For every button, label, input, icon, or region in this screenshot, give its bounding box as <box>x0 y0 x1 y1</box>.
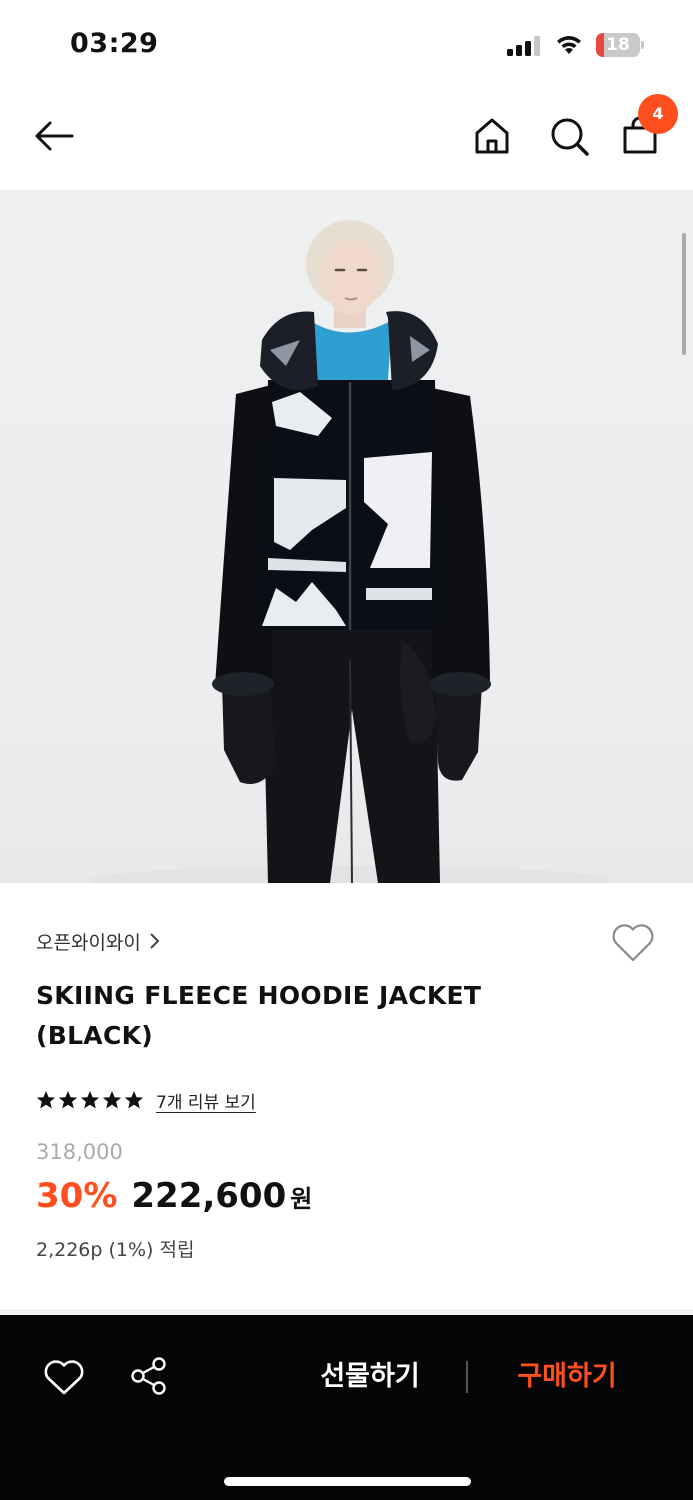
rating-row: 7개 리뷰 보기 <box>36 1086 256 1114</box>
status-bar: 03:29 18 <box>0 0 693 92</box>
sale-price: 222,600 <box>131 1176 287 1216</box>
product-photo <box>90 220 610 883</box>
price-row: 30% 222,600 원 <box>36 1176 312 1222</box>
star-icon <box>80 1091 100 1109</box>
image-scroll-indicator <box>682 233 686 355</box>
star-icon <box>124 1091 144 1109</box>
top-navigation <box>0 92 693 190</box>
home-indicator <box>224 1477 471 1486</box>
search-icon[interactable] <box>547 114 591 158</box>
wifi-icon <box>557 36 581 54</box>
battery-level: 18 <box>606 35 630 55</box>
product-title-line-1: SKIING FLEECE HOODIE JACKET <box>36 981 482 1010</box>
product-title-line-2: (BLACK) <box>36 1021 154 1050</box>
product-image[interactable] <box>0 190 693 883</box>
button-separator <box>466 1361 468 1393</box>
original-price: 318,000 <box>36 1140 123 1164</box>
star-icon <box>102 1091 122 1109</box>
reward-points: 2,226p (1%) 적립 <box>36 1239 195 1261</box>
cart-count-badge: 4 <box>638 94 678 134</box>
star-icon <box>58 1091 78 1109</box>
heart-icon[interactable] <box>610 920 656 964</box>
discount-rate: 30% <box>36 1176 118 1216</box>
signal-icon <box>507 36 540 56</box>
share-icon[interactable] <box>128 1355 170 1397</box>
back-arrow-icon[interactable] <box>32 114 76 158</box>
brand-name: 오픈와이와이 <box>36 931 141 954</box>
review-link[interactable]: 7개 리뷰 보기 <box>156 1088 256 1113</box>
status-time: 03:29 <box>70 28 159 59</box>
brand-link[interactable]: 오픈와이와이 <box>36 926 161 956</box>
star-rating <box>36 1090 144 1110</box>
buy-button[interactable]: 구매하기 <box>494 1353 640 1401</box>
battery-icon: 18 <box>596 33 644 57</box>
bottom-action-bar: 선물하기 구매하기 <box>0 1315 693 1500</box>
chevron-right-icon <box>150 933 160 949</box>
currency-unit: 원 <box>290 1185 313 1213</box>
heart-icon[interactable] <box>43 1357 85 1397</box>
home-icon[interactable] <box>470 114 514 158</box>
star-icon <box>36 1091 56 1109</box>
product-title: SKIING FLEECE HOODIE JACKET (BLACK) <box>36 976 556 1056</box>
gift-button[interactable]: 선물하기 <box>300 1353 440 1401</box>
